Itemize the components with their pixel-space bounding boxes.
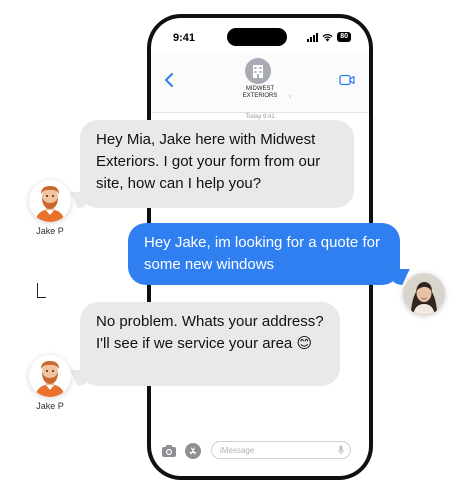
bearded-man-avatar-icon [29, 180, 71, 222]
status-bar: 9:41 80 [151, 18, 369, 54]
contact-name-line2: EXTERIORS [242, 93, 278, 99]
agent-avatar: Jake P [27, 355, 73, 411]
conversation-header: MIDWEST EXTERIORS › [151, 54, 369, 113]
message-bubble-incoming: No problem. Whats your address? I'll see… [80, 302, 340, 386]
message-bubble-outgoing: Hey Jake, im looking for a quote for som… [128, 223, 400, 285]
contact-name[interactable]: MIDWEST EXTERIORS [151, 86, 369, 100]
contact-avatar[interactable] [245, 58, 271, 84]
building-icon [253, 65, 263, 78]
battery-icon: 80 [337, 32, 351, 42]
message-bubble-incoming: Hey Mia, Jake here with Midwest Exterior… [80, 120, 354, 208]
microphone-icon[interactable] [338, 445, 344, 455]
message-input-placeholder: iMessage [220, 446, 255, 455]
decorative-mark [37, 283, 46, 298]
woman-avatar-icon [403, 273, 445, 315]
contact-name-line1: MIDWEST [245, 86, 275, 92]
agent-label: Jake P [36, 401, 64, 411]
avatar [29, 355, 71, 397]
agent-label: Jake P [36, 226, 64, 236]
video-camera-icon[interactable] [339, 74, 355, 86]
agent-avatar: Jake P [27, 180, 73, 236]
bearded-man-avatar-icon [29, 355, 71, 397]
status-time: 9:41 [173, 32, 196, 44]
camera-icon[interactable] [161, 444, 177, 458]
dynamic-island [227, 28, 287, 46]
avatar [29, 180, 71, 222]
wifi-icon [322, 33, 333, 42]
message-text: No problem. Whats your address? I'll see… [96, 313, 324, 352]
message-input-bar: iMessage [151, 438, 369, 468]
message-text: Hey Mia, Jake here with Midwest Exterior… [96, 131, 321, 192]
contact-chevron-icon: › [289, 94, 291, 100]
app-store-icon[interactable] [185, 443, 201, 459]
message-input[interactable]: iMessage [211, 441, 351, 459]
customer-avatar [403, 273, 445, 315]
status-icons: 80 [307, 32, 351, 42]
message-text: Hey Jake, im looking for a quote for som… [144, 234, 380, 273]
signal-icon [307, 32, 319, 42]
